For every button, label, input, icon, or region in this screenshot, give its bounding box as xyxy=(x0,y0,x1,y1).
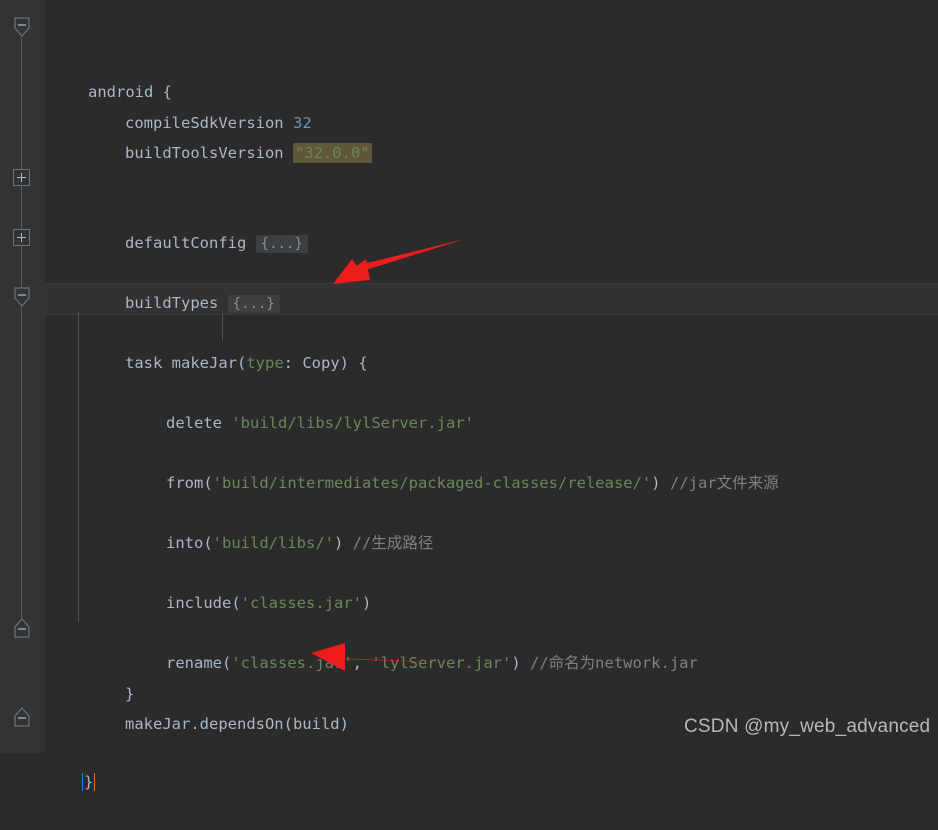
code-line-compilesdkversion[interactable]: compileSdkVersion 32 xyxy=(0,43,938,132)
code-line-defaultconfig[interactable]: defaultConfig {...} xyxy=(0,163,938,253)
code-line-from[interactable]: from('build/intermediates/packaged-class… xyxy=(0,403,938,492)
code-line-buildtoolsversion[interactable]: buildToolsVersion "32.0.0" xyxy=(0,73,938,163)
code-line-task-close-brace[interactable]: } xyxy=(0,614,938,703)
token-buildtoolsversion-value-highlighted: "32.0.0" xyxy=(292,143,372,163)
code-line-makejar-dependson[interactable]: makeJar.dependsOn(build) xyxy=(0,644,938,733)
code-line-into[interactable]: into('build/libs/') //生成路径 xyxy=(0,463,938,552)
code-line-include[interactable]: include('classes.jar') xyxy=(0,523,938,612)
code-line-buildtypes[interactable]: buildTypes {...} xyxy=(0,223,938,313)
csdn-watermark: CSDN @my_web_advanced xyxy=(684,716,931,737)
code-line-task-makejar[interactable]: task makeJar(type: Copy) { xyxy=(0,283,938,372)
code-line-rename[interactable]: rename('classes.jar', 'lylServer.jar') /… xyxy=(0,583,938,672)
token-buildtoolsversion-key: buildToolsVersion xyxy=(125,144,284,162)
token-android-close-brace-matched: } xyxy=(82,773,96,791)
code-line-delete[interactable]: delete 'build/libs/lylServer.jar' xyxy=(0,343,938,432)
code-line-android[interactable]: android { xyxy=(0,12,938,101)
code-editor[interactable]: android { compileSdkVersion 32 buildTool… xyxy=(0,0,938,791)
